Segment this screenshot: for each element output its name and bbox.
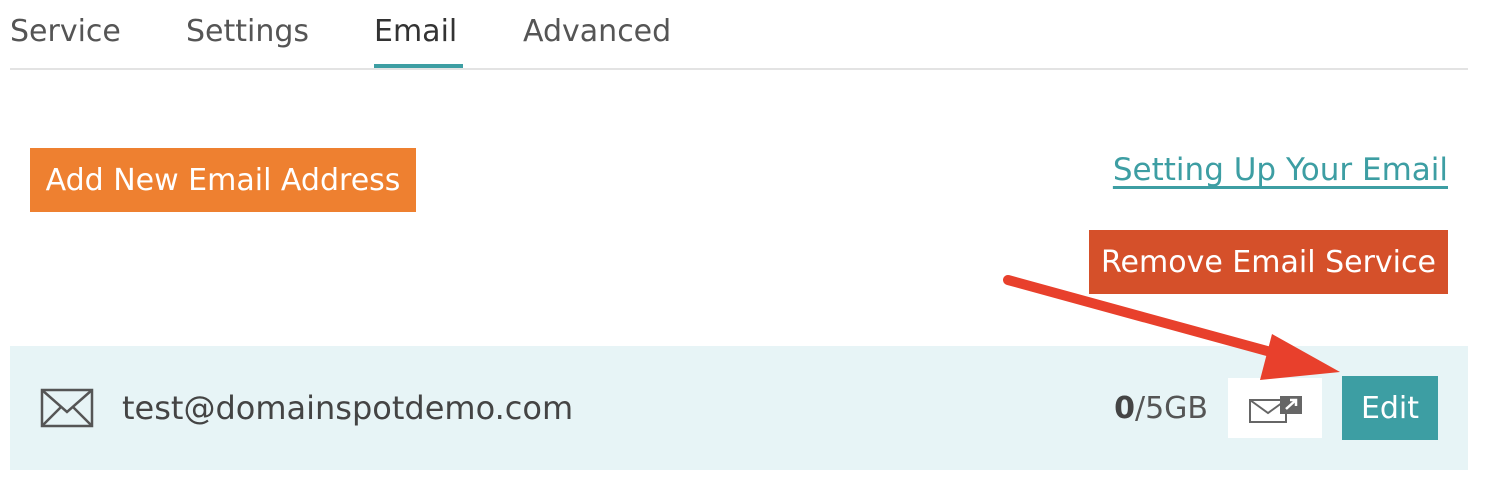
edit-email-button[interactable]: Edit: [1342, 376, 1438, 440]
open-webmail-button[interactable]: [1228, 378, 1322, 438]
envelope-icon: [40, 388, 94, 428]
tab-settings[interactable]: Settings: [186, 14, 309, 50]
email-address: test@domainspotdemo.com: [122, 389, 574, 427]
email-account-row: test@domainspotdemo.com 0/5GB Edit: [10, 346, 1468, 470]
remove-email-service-button[interactable]: Remove Email Service: [1089, 230, 1448, 294]
setup-email-help-link[interactable]: Setting Up Your Email: [1113, 152, 1448, 188]
add-email-button[interactable]: Add New Email Address: [30, 148, 416, 212]
tab-service[interactable]: Service: [10, 14, 121, 50]
active-tab-indicator: [374, 64, 463, 68]
storage-usage: 0/5GB: [1114, 390, 1208, 428]
storage-used: 0: [1114, 391, 1135, 426]
storage-total: /5GB: [1134, 391, 1208, 426]
tab-bar: Service Settings Email Advanced: [10, 0, 1468, 70]
tab-email[interactable]: Email: [374, 14, 457, 50]
envelope-external-link-icon: [1249, 396, 1302, 423]
tab-advanced[interactable]: Advanced: [523, 14, 671, 50]
